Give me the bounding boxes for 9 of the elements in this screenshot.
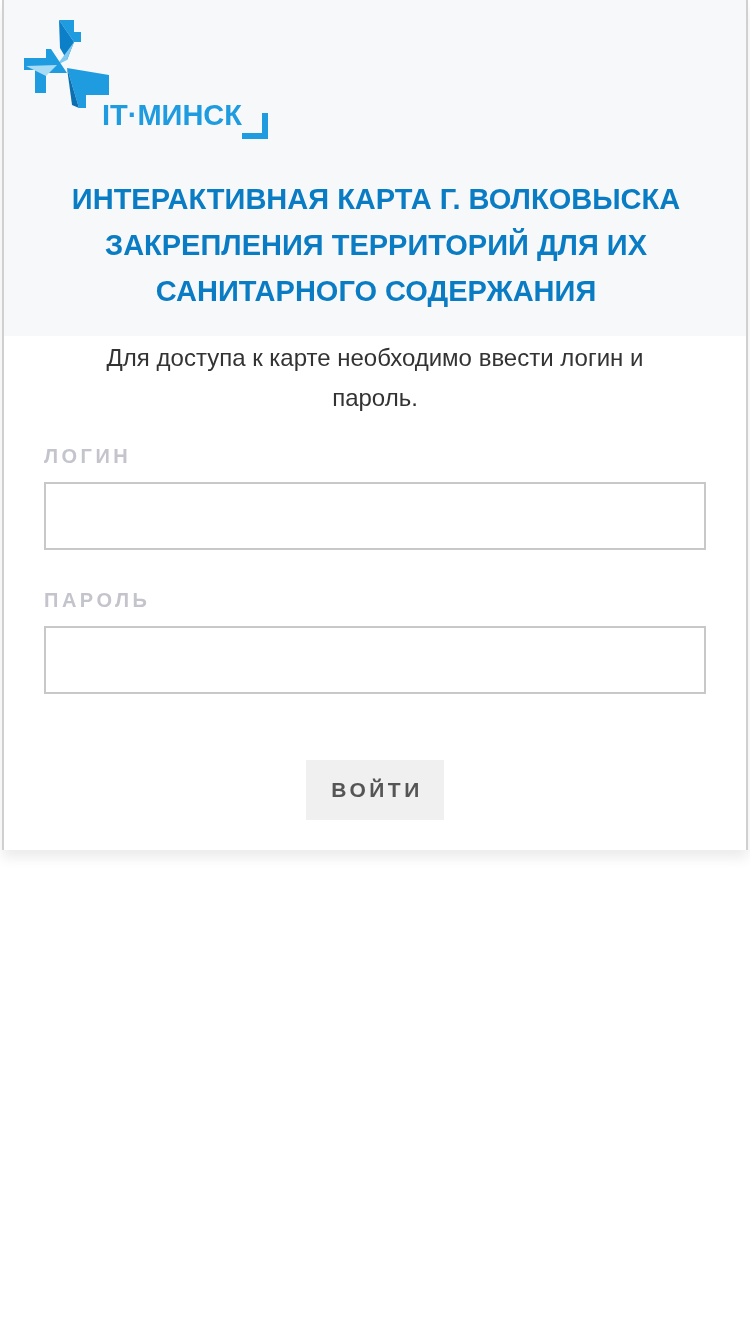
corner-bracket-icon (242, 113, 268, 139)
field-label: ЛОГИН (44, 444, 133, 468)
page-title: ИНТЕРАКТИВНАЯ КАРТА Г. ВОЛКОВЫСКА ЗАКРЕПЛЕНИЯ ТЕРРИТОРИЙ ДЛЯ ИХ САНИТАРНОГО СОДЕРЖАНИЯ (70, 182, 682, 309)
login-button[interactable]: ВОЙТИ (306, 760, 444, 820)
intro-text: Для доступа к карте необходимо ввести логин и пароль. (105, 343, 645, 413)
logo-text: IT·МИНСК (102, 100, 242, 130)
field-label: ПАРОЛЬ (44, 588, 152, 612)
input-field[interactable] (44, 626, 706, 694)
input-field[interactable] (44, 482, 706, 550)
